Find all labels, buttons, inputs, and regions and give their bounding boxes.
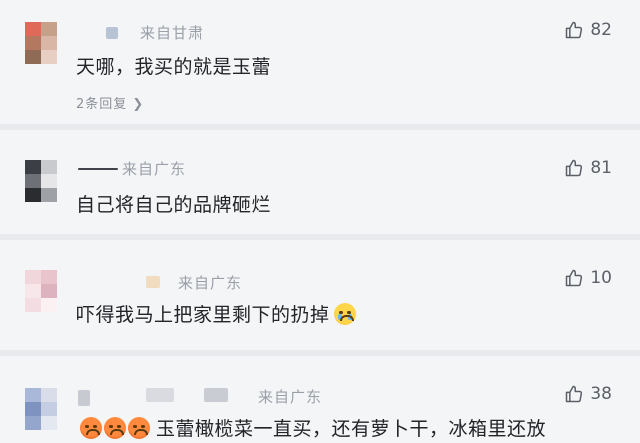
avatar-pixel bbox=[25, 402, 41, 416]
thumbs-up-icon bbox=[564, 268, 584, 288]
username-redacted[interactable] bbox=[78, 390, 90, 406]
avatar-pixel bbox=[25, 388, 41, 402]
avatar-pixel bbox=[41, 416, 57, 430]
like-button[interactable]: 10 bbox=[564, 268, 612, 288]
username-redacted bbox=[146, 388, 174, 402]
comment-item: 来自广东 玉蕾橄榄菜一直买，还有萝卜干，冰箱里还放 38 bbox=[0, 356, 640, 443]
like-button[interactable]: 81 bbox=[564, 158, 612, 178]
comment-text: 自己将自己的品牌砸烂 bbox=[76, 194, 272, 216]
avatar-pixel bbox=[25, 416, 41, 430]
avatar-pixel bbox=[25, 160, 41, 174]
avatar-pixel bbox=[41, 402, 57, 416]
avatar-pixel bbox=[41, 298, 57, 312]
comment-location: 来自广东 bbox=[178, 274, 243, 292]
comment-text: 玉蕾橄榄菜一直买，还有萝卜干，冰箱里还放 bbox=[80, 414, 546, 441]
like-count: 10 bbox=[590, 268, 612, 288]
avatar-pixel bbox=[25, 188, 41, 202]
avatar-pixel bbox=[41, 174, 57, 188]
comment-item: 来自广东 自己将自己的品牌砸烂 81 bbox=[0, 130, 640, 234]
angry-face-icon bbox=[128, 417, 150, 439]
angry-face-icon bbox=[80, 417, 102, 439]
angry-face-icon bbox=[104, 417, 126, 439]
avatar[interactable] bbox=[25, 22, 57, 64]
replies-label: 2条回复 bbox=[76, 97, 128, 112]
comment-text: 天哪，我买的就是玉蕾 bbox=[76, 56, 272, 78]
chevron-right-icon: ❯ bbox=[132, 97, 145, 112]
avatar-pixel bbox=[25, 284, 41, 298]
avatar-pixel bbox=[41, 270, 57, 284]
crying-face-icon bbox=[333, 303, 356, 325]
comment-text-body: 吓得我马上把家里剩下的扔掉 bbox=[76, 304, 330, 326]
comment-text: 吓得我马上把家里剩下的扔掉 bbox=[76, 300, 356, 327]
avatar-pixel bbox=[41, 160, 57, 174]
avatar-pixel bbox=[41, 22, 57, 36]
username-redacted[interactable] bbox=[146, 276, 160, 288]
avatar-pixel bbox=[41, 188, 57, 202]
comment-text-body: 玉蕾橄榄菜一直买，还有萝卜干，冰箱里还放 bbox=[156, 418, 547, 440]
avatar-pixel bbox=[25, 270, 41, 284]
like-count: 81 bbox=[590, 158, 612, 178]
like-count: 82 bbox=[590, 20, 612, 40]
comment-location: 来自甘肃 bbox=[140, 24, 205, 42]
avatar-pixel bbox=[41, 36, 57, 50]
avatar-pixel bbox=[41, 388, 57, 402]
comment-location: 来自广东 bbox=[122, 160, 187, 178]
username-redacted[interactable] bbox=[76, 25, 104, 39]
avatar[interactable] bbox=[25, 388, 57, 430]
comment-feed: 来自甘肃 天哪，我买的就是玉蕾 2条回复 ❯ 82 来自广东 自己将自己的品牌砸… bbox=[0, 0, 640, 443]
comment-location: 来自广东 bbox=[258, 388, 323, 406]
username-redacted[interactable] bbox=[78, 168, 118, 170]
username-redacted bbox=[204, 388, 228, 402]
avatar-pixel bbox=[25, 174, 41, 188]
comment-item: 来自甘肃 天哪，我买的就是玉蕾 2条回复 ❯ 82 bbox=[0, 0, 640, 124]
replies-link[interactable]: 2条回复 ❯ bbox=[76, 93, 144, 112]
avatar-pixel bbox=[25, 298, 41, 312]
avatar-pixel bbox=[41, 50, 57, 64]
avatar-pixel bbox=[25, 50, 41, 64]
thumbs-up-icon bbox=[564, 20, 584, 40]
like-count: 38 bbox=[590, 384, 612, 404]
username-redacted bbox=[106, 27, 118, 39]
like-button[interactable]: 82 bbox=[564, 20, 612, 40]
thumbs-up-icon bbox=[564, 384, 584, 404]
thumbs-up-icon bbox=[564, 158, 584, 178]
avatar[interactable] bbox=[25, 160, 57, 202]
like-button[interactable]: 38 bbox=[564, 384, 612, 404]
avatar-pixel bbox=[25, 22, 41, 36]
avatar-pixel bbox=[25, 36, 41, 50]
avatar-pixel bbox=[41, 284, 57, 298]
avatar[interactable] bbox=[25, 270, 57, 312]
comment-item: 来自广东 吓得我马上把家里剩下的扔掉 10 bbox=[0, 240, 640, 350]
